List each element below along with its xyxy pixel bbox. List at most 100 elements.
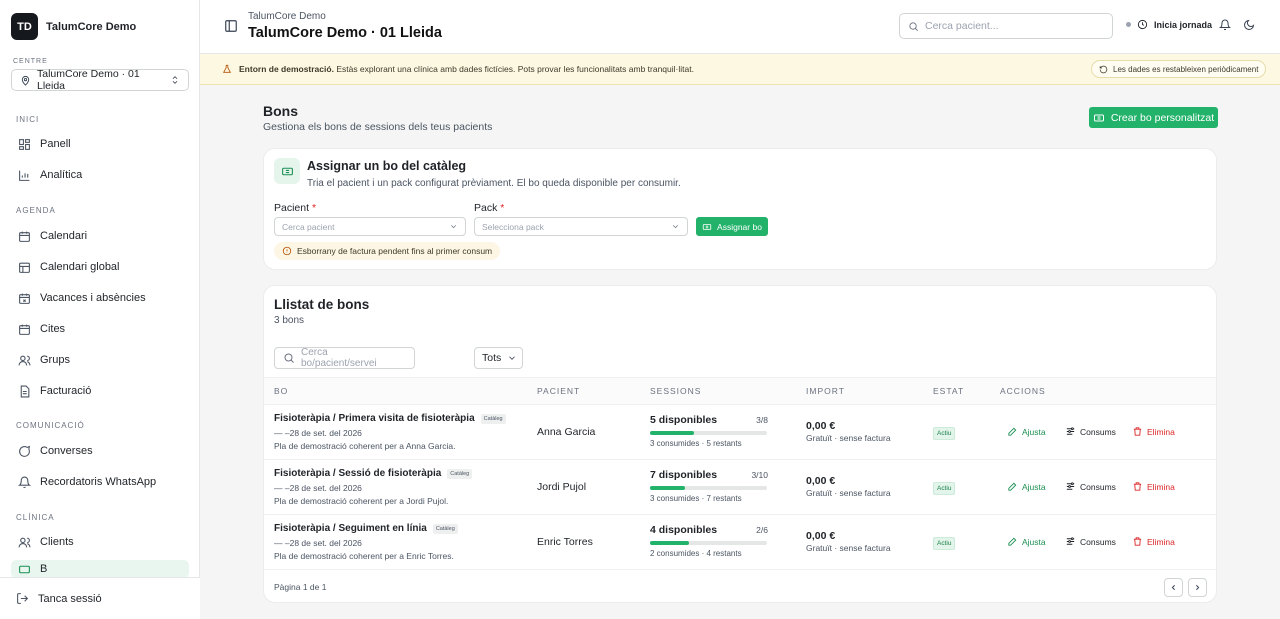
sidebar-item-cites[interactable]: Cites [11,317,189,341]
sidebar-item-panell[interactable]: Panell [11,132,189,156]
adjust-button[interactable]: Ajusta [1007,481,1046,492]
trash-icon [1132,481,1143,492]
sessions-progress [650,486,767,490]
sidebar-item-label: Panell [40,138,71,150]
bell-icon[interactable] [1219,19,1232,32]
sessions-progress-fill [650,541,689,545]
calendar-icon [18,230,31,243]
sidebar-toggle-icon[interactable] [224,19,238,33]
section-title-clinica: CLÍNICA [16,513,55,522]
patient-search-input[interactable]: Cerca pacient... [899,13,1113,39]
chevron-updown-icon [170,75,180,85]
users-icon [18,354,31,367]
chart-icon [18,169,31,182]
bo-amount-sub: Gratuït · sense factura [806,488,891,498]
logout-icon [16,592,29,605]
sessions-ratio: 2/6 [756,525,768,535]
header-subtitle: TalumCore Demo [248,11,326,22]
assign-bo-label: Assignar bo [717,221,762,232]
sidebar-item-calendari-global[interactable]: Calendari global [11,255,189,279]
sidebar-item-analitica[interactable]: Analítica [11,163,189,187]
sidebar-item-recordatoris[interactable]: Recordatoris WhatsApp [11,470,189,494]
col-bo: BO [274,386,289,396]
sidebar-item-label: Recordatoris WhatsApp [40,476,157,488]
sidebar-item-converses[interactable]: Converses [11,439,189,463]
page-subtitle: Gestiona els bons de sessions dels teus … [263,121,493,133]
section-title-comunicacio: COMUNICACIÓ [16,421,85,430]
col-import: IMPORT [806,386,845,396]
pack-select[interactable]: Selecciona pack [474,217,688,236]
sidebar-item-vacances[interactable]: Vacances i absències [11,286,189,310]
section-title-inici: INICI [16,115,40,124]
brand[interactable]: TD TalumCore Demo [11,13,136,40]
pack-label: Pack * [474,202,505,214]
sidebar-item-grups[interactable]: Grups [11,348,189,372]
bo-amount: 0,00 € [806,420,836,432]
status-badge: Actiu [933,427,956,440]
sidebar-footer: Tanca sessió [0,577,200,619]
delete-button[interactable]: Elimina [1132,481,1175,492]
sidebar-item-label: Converses [40,445,93,457]
centre-select[interactable]: TalumCore Demo · 01 Lleida [11,68,189,92]
dashboard-icon [18,138,31,151]
consumptions-button[interactable]: Consums [1065,481,1116,492]
bo-patient: Enric Torres [537,536,593,548]
invoice-icon [18,385,31,398]
pack-placeholder: Selecciona pack [482,221,544,232]
patient-select[interactable]: Cerca pacient [274,217,466,236]
col-estat: ESTAT [933,386,965,396]
bo-name: Fisioteràpia / Primera visita de fisiote… [274,413,506,424]
users-icon [18,536,31,549]
chat-icon [18,445,31,458]
sidebar: TD TalumCore Demo CENTRE TalumCore Demo … [0,0,200,619]
sidebar-item-label: Calendari global [40,261,120,273]
ticket-icon [702,222,712,232]
status-filter-select[interactable]: Tots [474,347,523,369]
demo-message-text: Estàs explorant una clínica amb dades fi… [336,64,694,74]
demo-banner: Entorn de demostració. Estàs explorant u… [200,54,1280,85]
sessions-progress-fill [650,486,686,490]
start-shift-button[interactable]: Inicia jornada [1126,19,1212,30]
chevron-down-icon [449,222,458,231]
page-title: Bons [263,103,298,119]
assign-bo-button[interactable]: Assignar bo [696,217,768,236]
adjust-button[interactable]: Ajusta [1007,536,1046,547]
next-page-button[interactable] [1188,578,1207,597]
bo-search-input[interactable]: Cerca bo/pacient/servei [274,347,415,369]
bo-date: — –28 de set. del 2026 [274,428,362,438]
create-custom-bo-label: Crear bo personalitzat [1110,111,1215,124]
ticket-icon [274,158,300,184]
moon-icon[interactable] [1243,19,1256,32]
chevron-left-icon [1169,583,1178,592]
clock-icon [1137,19,1148,30]
delete-button[interactable]: Elimina [1132,536,1175,547]
bo-search-placeholder: Cerca bo/pacient/servei [301,347,377,369]
consumptions-button[interactable]: Consums [1065,536,1116,547]
consumptions-button[interactable]: Consums [1065,426,1116,437]
sidebar-item-calendari[interactable]: Calendari [11,224,189,248]
adjust-button[interactable]: Ajusta [1007,426,1046,437]
assign-title: Assignar un bo del catàleg [307,159,467,173]
sessions-available: 5 disponibles [650,414,718,426]
sessions-progress [650,541,767,545]
sidebar-item-facturacio[interactable]: Facturació [11,379,189,403]
sidebar-item-clients[interactable]: Clients [11,530,189,554]
demo-message: Entorn de demostració. Estàs explorant u… [222,64,694,74]
status-dot [1126,22,1131,27]
patient-label: Pacient * [274,202,317,214]
bo-amount: 0,00 € [806,530,836,542]
sidebar-item-label: Analítica [40,169,83,181]
reset-icon [1099,65,1108,74]
table-row: Fisioteràpia / Primera visita de fisiote… [264,405,1216,460]
chevron-down-icon [507,353,517,363]
prev-page-button[interactable] [1164,578,1183,597]
calendar-check-icon [18,323,31,336]
sidebar-item-bons[interactable]: B [11,560,189,578]
delete-button[interactable]: Elimina [1132,426,1175,437]
bo-amount-sub: Gratuït · sense factura [806,433,891,443]
create-custom-bo-button[interactable]: Crear bo personalitzat [1089,107,1218,128]
brand-avatar: TD [11,13,38,40]
sidebar-item-label: Facturació [40,385,92,397]
logout-button[interactable]: Tanca sessió [16,592,102,605]
bo-amount-sub: Gratuït · sense factura [806,543,891,553]
